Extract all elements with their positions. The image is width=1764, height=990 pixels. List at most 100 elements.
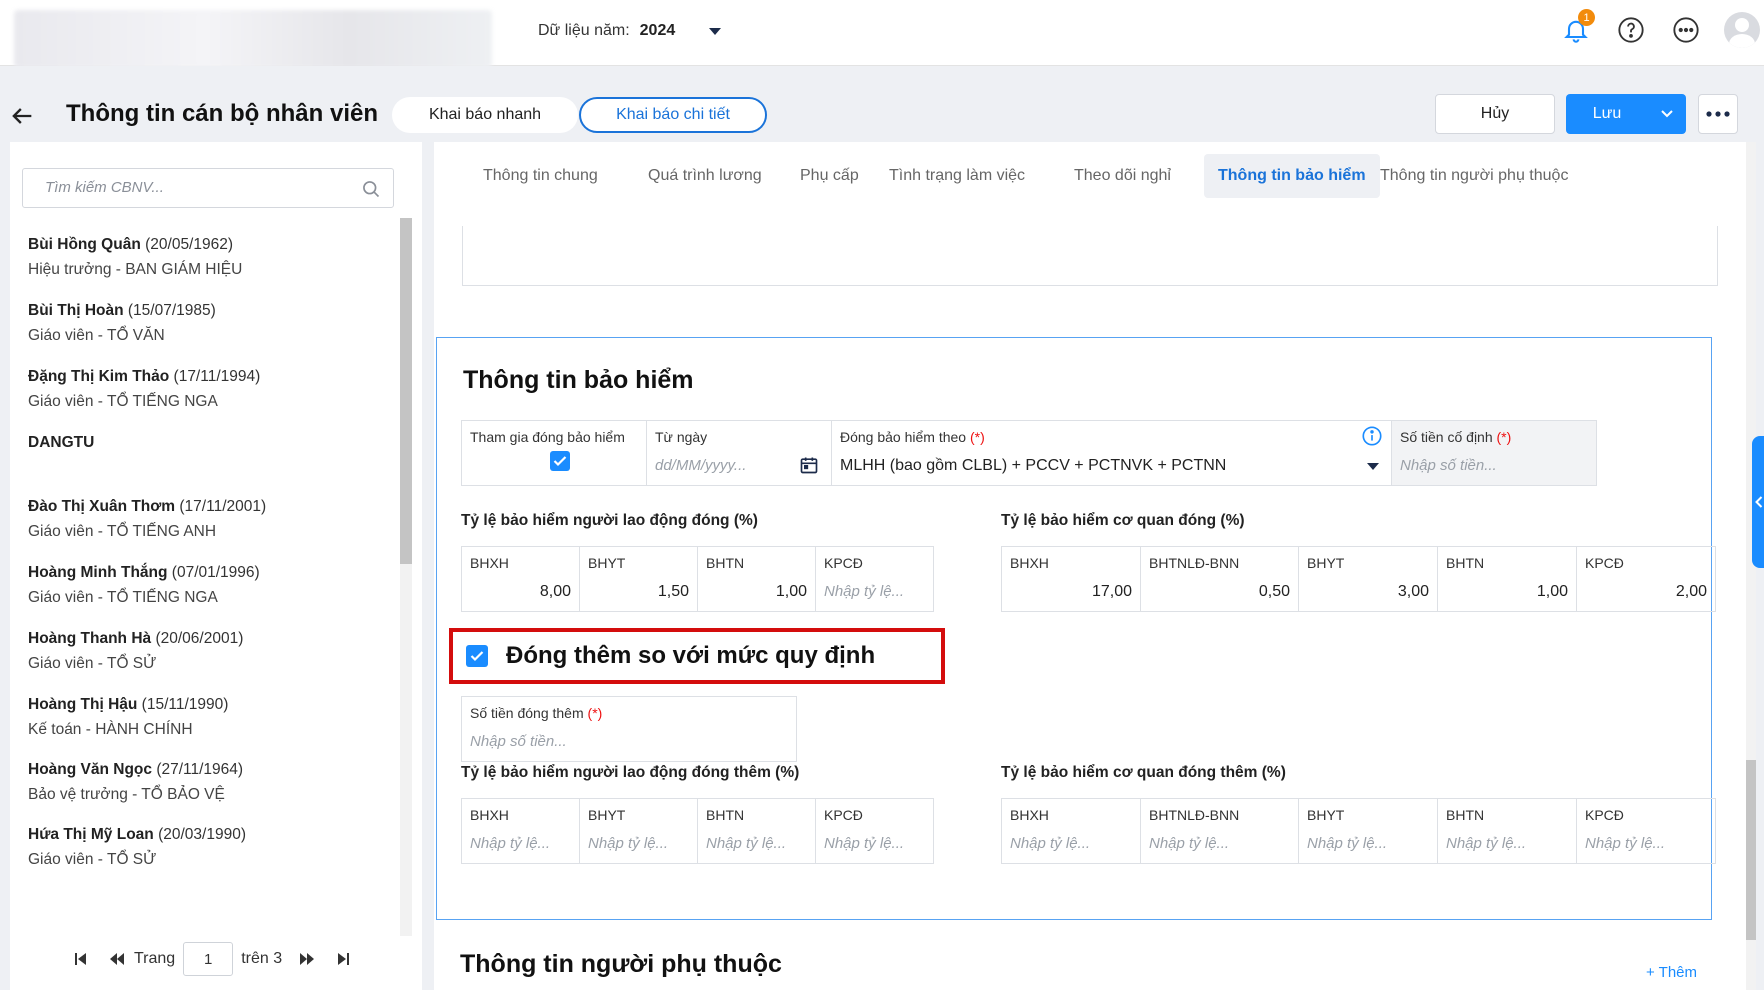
detail-declare-button[interactable]: Khai báo chi tiết	[579, 97, 767, 133]
rate-value[interactable]: 8,00	[540, 583, 571, 601]
tab-general-info[interactable]: Thông tin chung	[483, 154, 598, 198]
employee-search-box[interactable]	[22, 168, 394, 208]
rate-value[interactable]: 2,00	[1676, 583, 1707, 601]
employee-role: Giáo viên - TỔ SỬ	[28, 851, 157, 868]
rate-placeholder[interactable]: Nhập tỷ lệ...	[470, 835, 550, 852]
extra-contribution-label[interactable]: Đóng thêm so với mức quy định	[506, 642, 875, 670]
agency-bhxh-cell[interactable]: BHXH 17,00	[1001, 546, 1141, 612]
last-page-icon[interactable]	[332, 948, 354, 970]
quick-declare-button[interactable]: Khai báo nhanh	[392, 97, 578, 133]
extra-amount-field[interactable]: Số tiền đóng thêm (*) Nhập số tiền...	[461, 696, 797, 762]
tab-dependents-info[interactable]: Thông tin người phụ thuộc	[1380, 154, 1568, 198]
more-horizontal-icon[interactable]	[1672, 16, 1700, 44]
rate-placeholder[interactable]: Nhập tỷ lệ...	[706, 835, 786, 852]
agency-extra-bhtn-cell[interactable]: BHTN Nhập tỷ lệ...	[1437, 798, 1577, 864]
detail-scroll-thumb[interactable]	[1746, 760, 1756, 940]
more-dots-icon[interactable]	[1706, 111, 1730, 117]
side-panel-toggle[interactable]	[1752, 436, 1764, 568]
list-item[interactable]: Hoàng Văn Ngọc (27/11/1964) Bảo vệ trưởn…	[28, 757, 243, 807]
rate-placeholder[interactable]: Nhập tỷ lệ...	[588, 835, 668, 852]
rate-placeholder[interactable]: Nhập tỷ lệ...	[1149, 835, 1229, 852]
rate-placeholder[interactable]: Nhập tỷ lệ...	[1585, 835, 1665, 852]
save-dropdown-chevron-icon[interactable]	[1648, 110, 1686, 118]
cancel-button[interactable]: Hủy	[1435, 94, 1555, 134]
employee-kpcd-cell[interactable]: KPCĐ Nhập tỷ lệ...	[815, 546, 934, 612]
search-icon[interactable]	[361, 179, 381, 199]
caret-down-icon[interactable]	[1367, 463, 1379, 470]
agency-extra-bhyt-cell[interactable]: BHYT Nhập tỷ lệ...	[1298, 798, 1438, 864]
employee-list-scroll-thumb[interactable]	[400, 218, 412, 564]
list-item[interactable]: Hứa Thị Mỹ Loan (20/03/1990) Giáo viên -…	[28, 822, 246, 872]
chevron-left-icon[interactable]	[1755, 496, 1763, 508]
rate-placeholder[interactable]: Nhập tỷ lệ...	[824, 583, 904, 600]
tab-leave-tracking[interactable]: Theo dõi nghỉ	[1074, 154, 1171, 198]
list-item[interactable]: DANGTU	[28, 430, 94, 455]
employee-bhyt-cell[interactable]: BHYT 1,50	[579, 546, 698, 612]
employee-extra-bhyt-cell[interactable]: BHYT Nhập tỷ lệ...	[579, 798, 698, 864]
rate-value[interactable]: 17,00	[1092, 583, 1132, 601]
from-date-placeholder[interactable]: dd/MM/yyyy...	[655, 457, 746, 474]
insurance-basis-field[interactable]: Đóng bảo hiểm theo (*) MLHH (bao gồm CLB…	[831, 420, 1392, 486]
avatar[interactable]	[1724, 12, 1760, 48]
agency-extra-kpcd-cell[interactable]: KPCĐ Nhập tỷ lệ...	[1576, 798, 1716, 864]
agency-extra-bhxh-cell[interactable]: BHXH Nhập tỷ lệ...	[1001, 798, 1141, 864]
rate-value[interactable]: 3,00	[1398, 583, 1429, 601]
help-button[interactable]	[1614, 13, 1648, 47]
employee-dob: (17/11/1994)	[173, 368, 261, 385]
back-arrow-icon[interactable]	[8, 102, 36, 130]
tab-allowance[interactable]: Phụ cấp	[800, 154, 859, 198]
employee-search-input[interactable]	[45, 179, 345, 196]
add-dependent-link[interactable]: + Thêm	[1646, 964, 1697, 981]
employee-bhtn-cell[interactable]: BHTN 1,00	[697, 546, 816, 612]
rate-value[interactable]: 0,50	[1259, 583, 1290, 601]
rate-value[interactable]: 1,00	[1537, 583, 1568, 601]
employee-extra-bhtn-cell[interactable]: BHTN Nhập tỷ lệ...	[697, 798, 816, 864]
list-item[interactable]: Hoàng Thị Hậu (15/11/1990) Kế toán - HÀN…	[28, 692, 228, 742]
list-item[interactable]: Bùi Thị Hoàn (15/07/1985) Giáo viên - TỔ…	[28, 298, 216, 348]
agency-bhtnld-cell[interactable]: BHTNLĐ-BNN 0,50	[1140, 546, 1299, 612]
agency-bhtn-cell[interactable]: BHTN 1,00	[1437, 546, 1577, 612]
year-selector[interactable]: Dữ liệu năm: 2024	[538, 22, 722, 40]
list-item[interactable]: Đặng Thị Kim Thảo (17/11/1994) Giáo viên…	[28, 364, 260, 414]
extra-amount-placeholder[interactable]: Nhập số tiền...	[470, 733, 567, 750]
rate-value[interactable]: 1,50	[658, 583, 689, 601]
tab-work-status[interactable]: Tình trạng làm việc	[889, 154, 1025, 198]
list-item[interactable]: Hoàng Thanh Hà (20/06/2001) Giáo viên - …	[28, 626, 243, 676]
notification-button[interactable]: 1	[1559, 9, 1595, 47]
insurance-basis-value[interactable]: MLHH (bao gồm CLBL) + PCCV + PCTNVK + PC…	[840, 457, 1226, 475]
participate-label: Tham gia đóng bảo hiểm	[470, 429, 625, 445]
page-number-input[interactable]: 1	[183, 942, 234, 976]
prev-page-icon[interactable]	[106, 948, 128, 970]
rate-placeholder[interactable]: Nhập tỷ lệ...	[824, 835, 904, 852]
employee-extra-kpcd-cell[interactable]: KPCĐ Nhập tỷ lệ...	[815, 798, 934, 864]
rate-value[interactable]: 1,00	[776, 583, 807, 601]
list-item[interactable]: Đào Thị Xuân Thơm (17/11/2001) Giáo viên…	[28, 494, 266, 544]
extra-contribution-checkbox[interactable]	[466, 645, 488, 667]
employee-role: Giáo viên - TỔ TIẾNG ANH	[28, 523, 217, 540]
participate-checkbox[interactable]	[550, 451, 570, 471]
year-value[interactable]: 2024	[640, 22, 676, 40]
rate-placeholder[interactable]: Nhập tỷ lệ...	[1307, 835, 1387, 852]
employee-extra-bhxh-cell[interactable]: BHXH Nhập tỷ lệ...	[461, 798, 580, 864]
agency-kpcd-cell[interactable]: KPCĐ 2,00	[1576, 546, 1716, 612]
first-page-icon[interactable]	[70, 948, 92, 970]
info-icon[interactable]	[1361, 425, 1383, 447]
tab-insurance-info[interactable]: Thông tin bảo hiểm	[1204, 154, 1380, 198]
agency-bhyt-cell[interactable]: BHYT 3,00	[1298, 546, 1438, 612]
tab-salary-history[interactable]: Quá trình lương	[648, 154, 762, 198]
save-button[interactable]: Lưu	[1566, 94, 1686, 134]
next-page-icon[interactable]	[296, 948, 318, 970]
rate-placeholder[interactable]: Nhập tỷ lệ...	[1446, 835, 1526, 852]
rate-placeholder[interactable]: Nhập tỷ lệ...	[1010, 835, 1090, 852]
employee-bhxh-cell[interactable]: BHXH 8,00	[461, 546, 580, 612]
more-apps-button[interactable]	[1669, 13, 1703, 47]
save-button-label[interactable]: Lưu	[1566, 105, 1648, 123]
agency-extra-bhtnld-cell[interactable]: BHTNLĐ-BNN Nhập tỷ lệ...	[1140, 798, 1299, 864]
from-date-field[interactable]: Từ ngày dd/MM/yyyy...	[646, 420, 832, 486]
more-actions-button[interactable]	[1698, 94, 1738, 134]
caret-down-icon[interactable]	[709, 27, 722, 35]
list-item[interactable]: Bùi Hồng Quân (20/05/1962) Hiệu trưởng -…	[28, 232, 242, 282]
list-item[interactable]: Hoàng Minh Thắng (07/01/1996) Giáo viên …	[28, 560, 260, 610]
help-icon[interactable]	[1617, 16, 1645, 44]
calendar-icon[interactable]	[799, 455, 819, 475]
